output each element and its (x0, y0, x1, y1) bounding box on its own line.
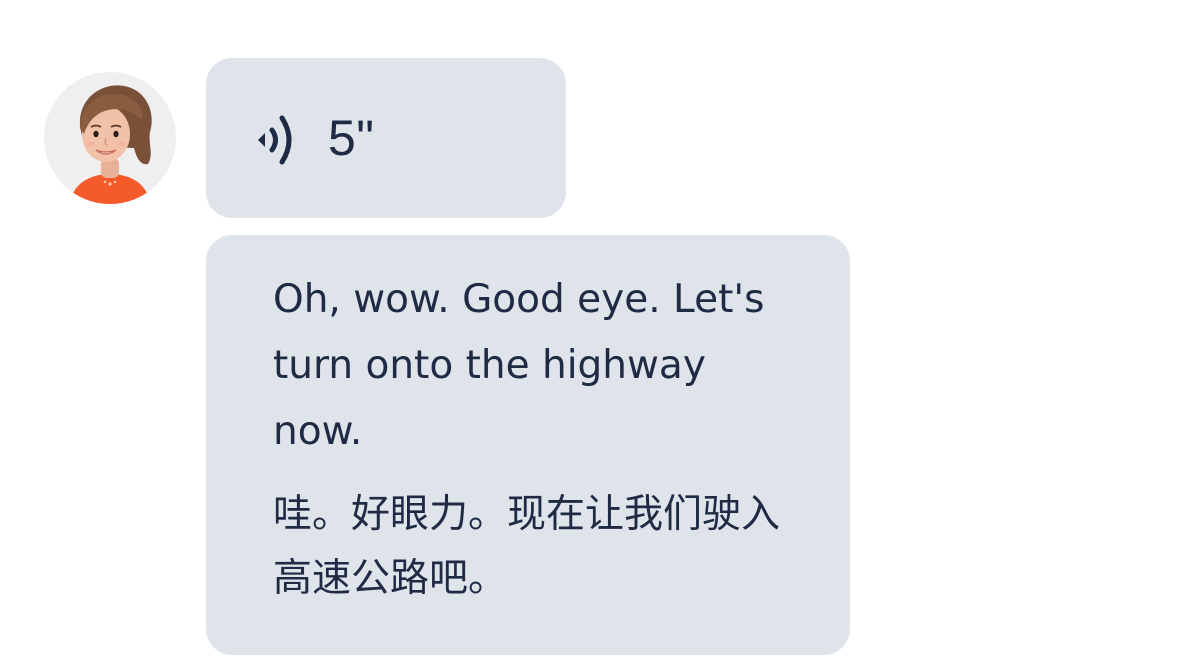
avatar[interactable] (44, 72, 176, 204)
message-text-english: Oh, wow. Good eye. Let's turn onto the h… (273, 277, 765, 454)
message-text-translation: 哇。好眼力。现在让我们驶入高速公路吧。 (273, 492, 781, 601)
woman-avatar-icon (44, 72, 176, 204)
voice-duration: 5" (328, 110, 375, 166)
voice-message-bubble[interactable]: 5" (206, 58, 566, 218)
text-message-bubble: Oh, wow. Good eye. Let's turn onto the h… (206, 235, 850, 655)
audio-waves-icon[interactable] (254, 108, 306, 168)
chat-thread: 5" Oh, wow. Good eye. Let's turn onto th… (0, 0, 1191, 664)
